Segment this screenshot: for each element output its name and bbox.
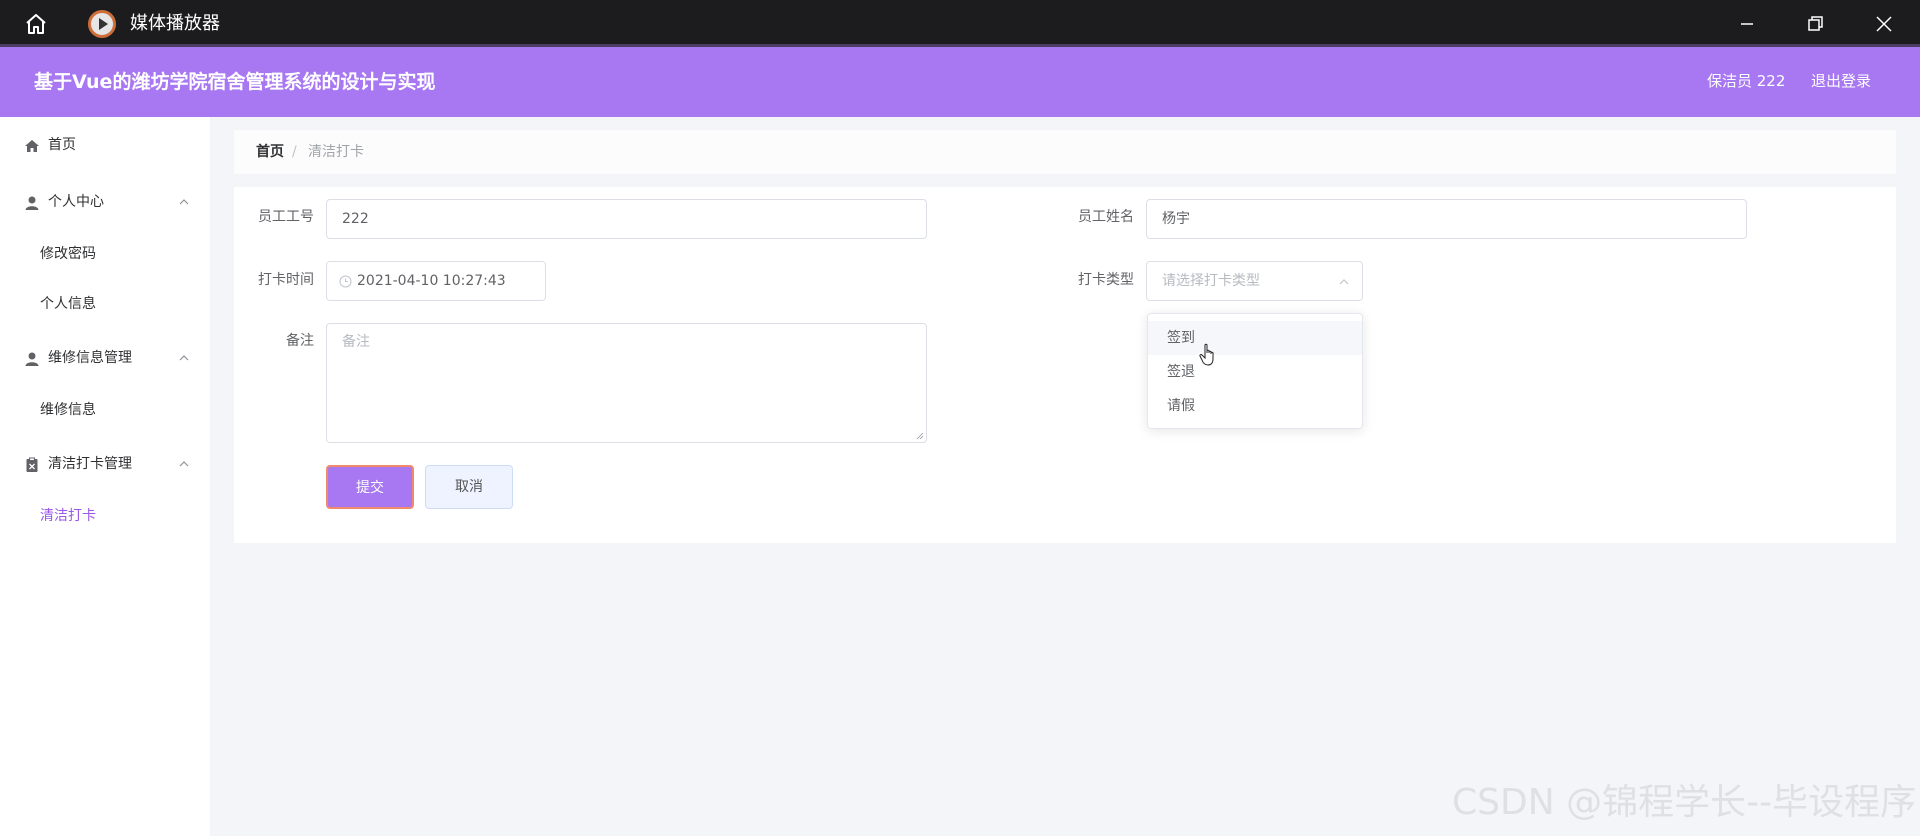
app-title: 基于Vue的潍坊学院宿舍管理系统的设计与实现 — [34, 71, 436, 93]
sidebar-subitem-label: 清洁打卡 — [40, 508, 96, 524]
logout-link[interactable]: 退出登录 — [1811, 71, 1871, 91]
current-user: 保洁员 222 — [1707, 72, 1786, 90]
chevron-up-icon — [1339, 279, 1349, 285]
clock-icon — [339, 275, 352, 288]
checkin-type-select[interactable]: 请选择打卡类型 — [1146, 261, 1363, 301]
dropdown-option-label: 请假 — [1167, 398, 1195, 414]
media-player-icon — [88, 10, 116, 38]
remark-textarea[interactable]: 备注 — [326, 323, 927, 443]
chevron-up-icon — [179, 355, 189, 361]
employee-name-value: 杨宇 — [1162, 211, 1190, 227]
home-icon — [25, 140, 39, 152]
sidebar-item-label: 首页 — [48, 137, 76, 153]
resize-handle-icon[interactable] — [916, 432, 924, 440]
restore-icon[interactable] — [1801, 10, 1829, 38]
clipboard-icon — [26, 457, 38, 472]
sidebar-subitem-label: 个人信息 — [40, 296, 96, 312]
sidebar-item-personal-center[interactable]: 个人中心 — [0, 182, 210, 222]
employee-id-value: 222 — [342, 211, 369, 227]
checkin-type-placeholder: 请选择打卡类型 — [1162, 273, 1260, 289]
checkin-time-label: 打卡时间 — [258, 272, 314, 288]
dropdown-option-sign-in[interactable]: 签到 — [1148, 321, 1362, 355]
user-icon — [25, 196, 39, 210]
sidebar-item-label: 清洁打卡管理 — [48, 456, 132, 472]
sidebar-item-repair-info[interactable]: 维修信息 — [0, 390, 210, 430]
checkin-type-label: 打卡类型 — [1078, 272, 1134, 288]
minimize-icon[interactable] — [1733, 10, 1761, 38]
chevron-up-icon — [179, 461, 189, 467]
sidebar-item-label: 维修信息管理 — [48, 350, 132, 366]
app-header: 基于Vue的潍坊学院宿舍管理系统的设计与实现 保洁员 222 退出登录 — [0, 47, 1920, 117]
window-title: 媒体播放器 — [130, 13, 220, 34]
breadcrumb-separator: / — [292, 144, 297, 160]
checkin-form: 员工工号 222 员工姓名 杨宇 打卡时间 2021-04-10 10:27:4… — [234, 187, 1896, 543]
sidebar: 首页 个人中心 修改密码 个人信息 维修信息管理 维修信息 清洁打卡管理 清洁打… — [0, 117, 210, 836]
close-icon[interactable] — [1870, 10, 1898, 38]
cancel-button[interactable]: 取消 — [425, 465, 513, 509]
dropdown-option-leave[interactable]: 请假 — [1148, 389, 1362, 423]
submit-button[interactable]: 提交 — [326, 465, 414, 509]
sidebar-item-repair-management[interactable]: 维修信息管理 — [0, 338, 210, 378]
home-icon[interactable] — [22, 10, 50, 38]
sidebar-subitem-label: 修改密码 — [40, 246, 96, 262]
dropdown-option-label: 签到 — [1167, 330, 1195, 346]
checkin-time-picker[interactable]: 2021-04-10 10:27:43 — [326, 261, 546, 301]
breadcrumb-home[interactable]: 首页 — [256, 130, 284, 174]
employee-name-input[interactable]: 杨宇 — [1146, 199, 1747, 239]
dropdown-option-label: 签退 — [1167, 364, 1195, 380]
sidebar-item-home[interactable]: 首页 — [0, 125, 210, 165]
sidebar-item-cleaning-management[interactable]: 清洁打卡管理 — [0, 444, 210, 484]
remark-label: 备注 — [286, 333, 314, 349]
employee-name-label: 员工姓名 — [1078, 209, 1134, 225]
employee-id-input[interactable]: 222 — [326, 199, 927, 239]
checkin-time-value: 2021-04-10 10:27:43 — [357, 273, 506, 289]
watermark: CSDN @锦程学长--毕设程序 — [1452, 782, 1917, 823]
sidebar-item-label: 个人中心 — [48, 194, 104, 210]
sidebar-item-cleaning-checkin[interactable]: 清洁打卡 — [0, 496, 210, 536]
breadcrumb: 首页 / 清洁打卡 — [234, 130, 1896, 174]
employee-id-label: 员工工号 — [258, 209, 314, 225]
checkin-type-dropdown: 签到 签退 请假 — [1147, 313, 1363, 429]
sidebar-item-personal-info[interactable]: 个人信息 — [0, 284, 210, 324]
chevron-up-icon — [179, 199, 189, 205]
user-icon — [25, 352, 39, 366]
sidebar-item-change-password[interactable]: 修改密码 — [0, 234, 210, 274]
window-titlebar: 媒体播放器 — [0, 0, 1920, 47]
hand-cursor-icon — [1199, 343, 1214, 366]
dropdown-option-sign-out[interactable]: 签退 — [1148, 355, 1362, 389]
sidebar-subitem-label: 维修信息 — [40, 402, 96, 418]
remark-placeholder: 备注 — [342, 334, 370, 350]
breadcrumb-current: 清洁打卡 — [308, 144, 364, 160]
